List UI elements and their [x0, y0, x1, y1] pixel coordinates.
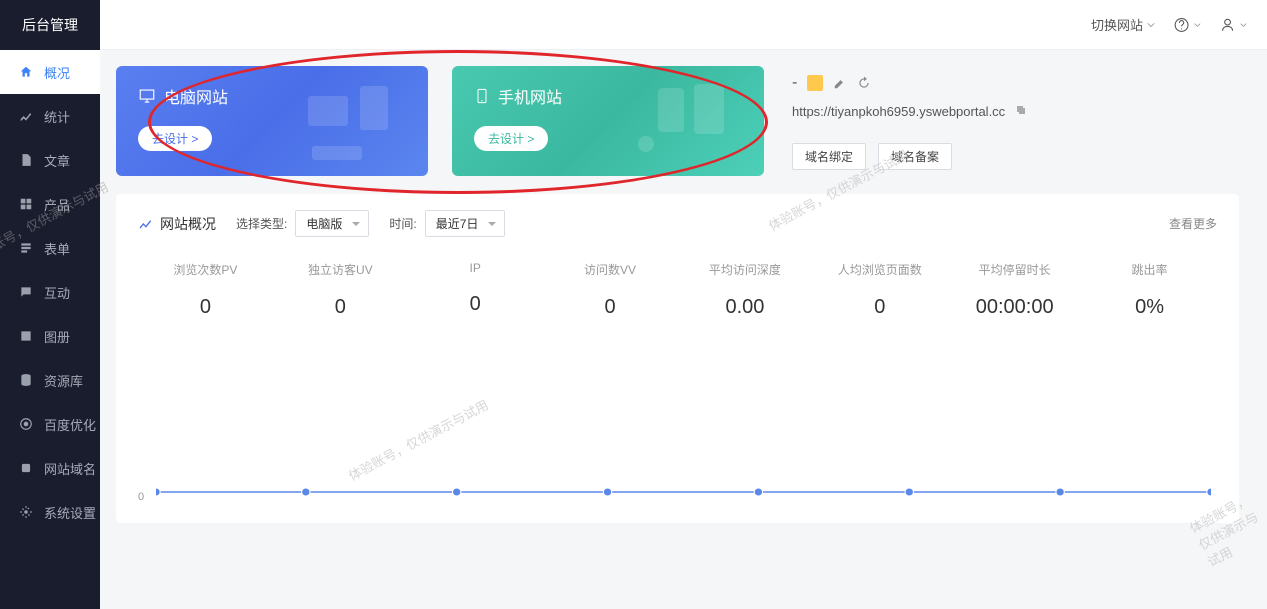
sidebar: 后台管理 概况 统计 文章 产品 表单 互动 图册 资源库 百度优化 网站域名: [0, 0, 100, 609]
chart-y-zero: 0: [138, 491, 144, 503]
sidebar-item-label: 产品: [44, 195, 70, 214]
sidebar-item-settings[interactable]: 系统设置: [0, 490, 100, 534]
site-badge-icon: [807, 75, 823, 91]
sidebar-item-articles[interactable]: 文章: [0, 138, 100, 182]
switch-site-dropdown[interactable]: 切换网站: [1091, 15, 1155, 34]
card-decoration: [614, 76, 754, 166]
sidebar-title: 后台管理: [0, 0, 100, 50]
chart-svg: [156, 486, 1211, 498]
sidebar-item-label: 文章: [44, 151, 70, 170]
gear-icon: [18, 504, 34, 520]
pc-design-button[interactable]: 去设计 >: [138, 126, 212, 151]
domain-buttons: 域名绑定 域名备案: [792, 143, 1239, 170]
home-icon: [18, 64, 34, 80]
grid-icon: [18, 196, 34, 212]
database-icon: [18, 372, 34, 388]
metric-vv: 访问数VV0: [543, 261, 678, 319]
card-decoration: [278, 76, 418, 166]
switch-site-label: 切换网站: [1091, 15, 1143, 34]
top-row: 电脑网站 去设计 > 手机网站 去设计 >: [116, 66, 1239, 176]
chevron-down-icon: [1147, 21, 1155, 29]
copy-url-button[interactable]: [1015, 104, 1027, 119]
type-select[interactable]: 电脑版: [295, 210, 369, 237]
help-icon: [1173, 15, 1190, 35]
globe-icon: [18, 460, 34, 476]
target-icon: [18, 416, 34, 432]
record-domain-button[interactable]: 域名备案: [878, 143, 952, 170]
analytics-icon: [138, 216, 154, 232]
sidebar-item-domain[interactable]: 网站域名: [0, 446, 100, 490]
edit-button[interactable]: [833, 76, 847, 90]
chart-line: [156, 485, 1211, 493]
time-filter: 时间: 最近7日: [389, 210, 505, 237]
user-menu[interactable]: [1219, 11, 1247, 39]
user-icon: [1219, 15, 1236, 35]
metric-duration: 平均停留时长00:00:00: [947, 261, 1082, 319]
sidebar-item-label: 表单: [44, 239, 70, 258]
view-more-link[interactable]: 查看更多: [1169, 215, 1217, 232]
pc-site-card: 电脑网站 去设计 >: [116, 66, 428, 176]
metric-uv: 独立访客UV0: [273, 261, 408, 319]
mobile-design-button[interactable]: 去设计 >: [474, 126, 548, 151]
metric-bounce: 跳出率0%: [1082, 261, 1217, 319]
sidebar-item-stats[interactable]: 统计: [0, 94, 100, 138]
sidebar-item-overview[interactable]: 概况: [0, 50, 100, 94]
site-url: https://tiyanpkoh6959.yswebportal.cc: [792, 104, 1239, 119]
mobile-site-card: 手机网站 去设计 >: [452, 66, 764, 176]
type-filter-label: 选择类型:: [236, 215, 287, 232]
image-icon: [18, 328, 34, 344]
bind-domain-button[interactable]: 域名绑定: [792, 143, 866, 170]
sidebar-item-label: 资源库: [44, 371, 83, 390]
sidebar-item-label: 互动: [44, 283, 70, 302]
form-icon: [18, 240, 34, 256]
time-filter-label: 时间:: [389, 215, 416, 232]
sidebar-item-label: 图册: [44, 327, 70, 346]
metrics-row: 浏览次数PV0 独立访客UV0 IP0 访问数VV0 平均访问深度0.00 人均…: [138, 261, 1217, 319]
top-header: 切换网站: [100, 0, 1267, 50]
sidebar-item-label: 网站域名: [44, 459, 96, 478]
help-button[interactable]: [1173, 11, 1201, 39]
site-info-row: -: [792, 74, 1239, 92]
metric-pages: 人均浏览页面数0: [812, 261, 947, 319]
sidebar-item-label: 百度优化: [44, 415, 96, 434]
stats-header: 网站概况 选择类型: 电脑版 时间: 最近7日 查看更多: [138, 210, 1217, 237]
sidebar-item-interaction[interactable]: 互动: [0, 270, 100, 314]
metric-ip: IP0: [408, 261, 543, 319]
chat-icon: [18, 284, 34, 300]
site-name-placeholder: -: [792, 74, 797, 92]
sidebar-item-label: 统计: [44, 107, 70, 126]
monitor-icon: [138, 87, 156, 105]
chart-icon: [18, 108, 34, 124]
sidebar-item-forms[interactable]: 表单: [0, 226, 100, 270]
sidebar-item-label: 概况: [44, 63, 70, 82]
metric-pv: 浏览次数PV0: [138, 261, 273, 319]
sidebar-item-seo[interactable]: 百度优化: [0, 402, 100, 446]
type-filter: 选择类型: 电脑版: [236, 210, 369, 237]
sidebar-item-products[interactable]: 产品: [0, 182, 100, 226]
main-content: 电脑网站 去设计 > 手机网站 去设计 >: [100, 50, 1267, 609]
chart-area: 0: [138, 379, 1217, 499]
chevron-down-icon: [1194, 21, 1201, 29]
chevron-down-icon: [1240, 21, 1247, 29]
sidebar-item-label: 系统设置: [44, 503, 96, 522]
sidebar-item-resources[interactable]: 资源库: [0, 358, 100, 402]
mobile-icon: [474, 87, 490, 105]
site-info: - https://tiyanpkoh6959.yswebportal.cc 域…: [792, 66, 1239, 176]
metric-depth: 平均访问深度0.00: [678, 261, 813, 319]
site-cards: 电脑网站 去设计 > 手机网站 去设计 >: [116, 66, 764, 176]
sidebar-item-gallery[interactable]: 图册: [0, 314, 100, 358]
stats-panel: 网站概况 选择类型: 电脑版 时间: 最近7日 查看更多 浏览次数PV0 独立访…: [116, 194, 1239, 523]
refresh-button[interactable]: [857, 76, 871, 90]
stats-title: 网站概况: [138, 214, 216, 234]
document-icon: [18, 152, 34, 168]
time-select[interactable]: 最近7日: [425, 210, 506, 237]
